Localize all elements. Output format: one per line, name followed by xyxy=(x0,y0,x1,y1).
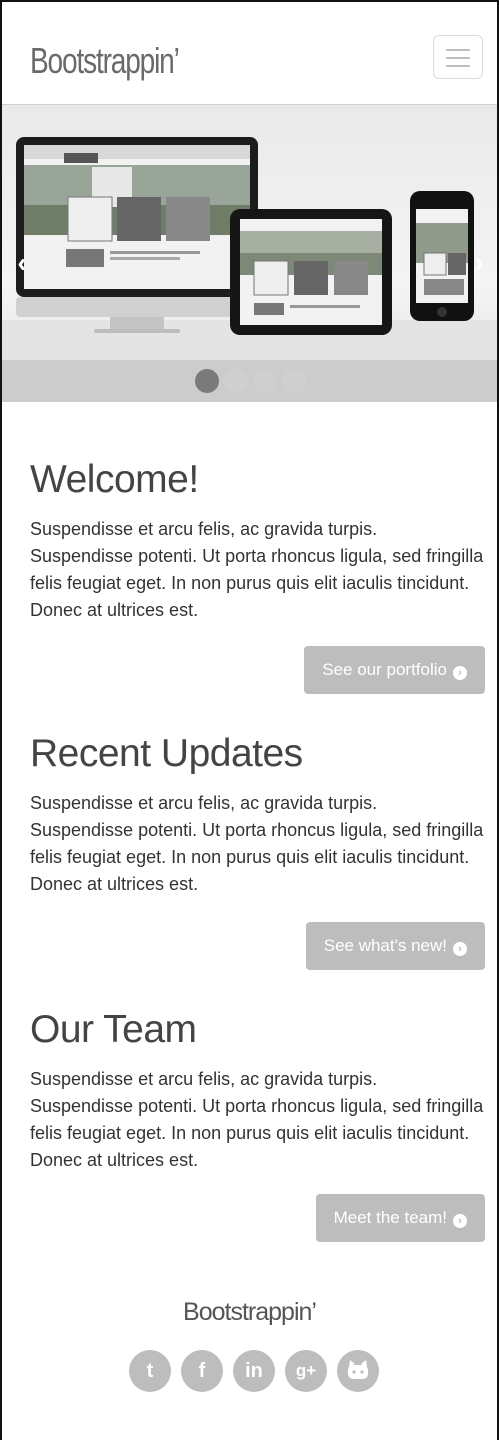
brand-logo[interactable]: Bootstrappin’ xyxy=(30,40,180,82)
facebook-icon[interactable]: f xyxy=(181,1350,223,1392)
section-body: Suspendisse et arcu felis, ac gravida tu… xyxy=(30,793,484,894)
footer-brand[interactable]: Bootstrappin’ xyxy=(2,1298,497,1327)
hamburger-icon-bar xyxy=(446,49,470,51)
carousel-next-icon[interactable]: › xyxy=(467,248,491,278)
hero-carousel[interactable]: ‹ › xyxy=(2,105,497,402)
section-title: Welcome! xyxy=(30,458,199,501)
hamburger-icon-bar xyxy=(446,65,470,67)
portfolio-button[interactable]: See our portfolio › xyxy=(304,646,485,694)
carousel-indicator-1[interactable] xyxy=(195,369,219,393)
circle-arrow-right-icon: › xyxy=(453,1214,467,1228)
twitter-icon[interactable]: t xyxy=(129,1350,171,1392)
section-body: Suspendisse et arcu felis, ac gravida tu… xyxy=(30,1069,484,1170)
section-title: Our Team xyxy=(30,1008,197,1051)
whats-new-button[interactable]: See what's new! › xyxy=(305,922,485,970)
recent-updates-section: Recent Updates Suspendisse et arcu felis… xyxy=(30,732,485,972)
carousel-indicator-3[interactable] xyxy=(253,369,277,393)
carousel-indicators xyxy=(2,360,497,402)
team-button[interactable]: Meet the team! › xyxy=(315,1194,485,1242)
section-body: Suspendisse et arcu felis, ac gravida tu… xyxy=(30,519,484,620)
carousel-prev-icon[interactable]: ‹ xyxy=(10,248,34,278)
our-team-section: Our Team Suspendisse et arcu felis, ac g… xyxy=(30,1008,485,1248)
github-icon-glyph xyxy=(348,1360,368,1379)
menu-toggle-button[interactable] xyxy=(433,35,483,79)
welcome-section: Welcome! Suspendisse et arcu felis, ac g… xyxy=(30,458,485,698)
button-label: See our portfolio xyxy=(322,660,447,679)
linkedin-icon[interactable]: in xyxy=(233,1350,275,1392)
page: Bootstrappin’ ‹ › Welcome! Suspendisse e… xyxy=(0,0,499,1440)
button-label: Meet the team! xyxy=(333,1208,447,1227)
carousel-indicator-4[interactable] xyxy=(282,369,306,393)
hamburger-icon-bar xyxy=(446,57,470,59)
section-title: Recent Updates xyxy=(30,732,303,775)
button-label: See what's new! xyxy=(323,936,447,955)
carousel-indicator-2[interactable] xyxy=(224,369,248,393)
github-icon[interactable] xyxy=(337,1350,379,1392)
circle-arrow-right-icon: › xyxy=(453,666,467,680)
devices-slide-image xyxy=(2,137,497,402)
google-plus-icon[interactable]: g+ xyxy=(285,1350,327,1392)
navbar: Bootstrappin’ xyxy=(2,2,497,105)
circle-arrow-right-icon: › xyxy=(453,942,467,956)
